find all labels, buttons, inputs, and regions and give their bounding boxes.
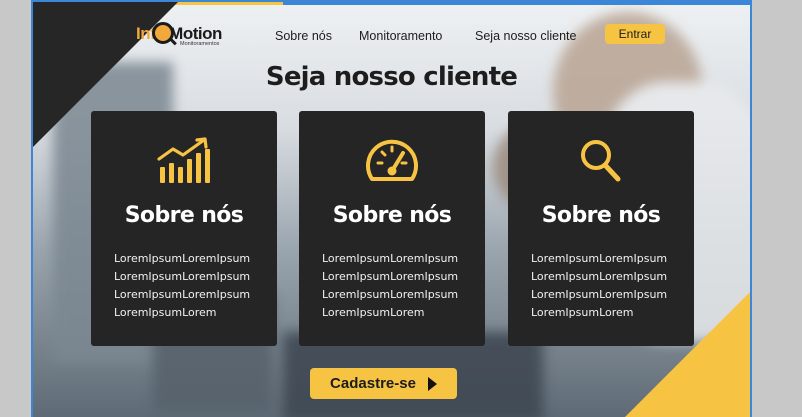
feature-card: Sobre nós LoremIpsumLoremIpsumLoremIpsum… (299, 111, 485, 346)
landing-frame: Info Motion Monitoramentos Sobre nós Moni… (31, 0, 752, 417)
nav-link-sobre-nos[interactable]: Sobre nós (275, 29, 332, 43)
search-icon (508, 137, 694, 187)
nav-link-seja-nosso-cliente[interactable]: Seja nosso cliente (475, 29, 576, 43)
speedometer-icon (299, 137, 485, 187)
signup-button[interactable]: Cadastre-se (310, 368, 457, 399)
brand-subtitle: Monitoramentos (180, 41, 220, 47)
card-title: Sobre nós (332, 203, 452, 228)
signup-label: Cadastre-se (330, 375, 416, 392)
magnifier-logo-icon (152, 22, 174, 44)
card-text: LoremIpsumLoremIpsumLoremIpsumLoremIpsum… (114, 252, 251, 319)
card-text: LoremIpsumLoremIpsumLoremIpsumLoremIpsum… (322, 252, 459, 319)
page-title: Seja nosso cliente (265, 62, 518, 92)
card-title: Sobre nós (541, 203, 661, 228)
play-arrow-icon (427, 376, 437, 391)
feature-card: Sobre nós LoremIpsumLoremIpsumLoremIpsum… (508, 111, 694, 346)
bar-chart-trend-icon (91, 137, 277, 187)
card-title: Sobre nós (124, 203, 244, 228)
feature-card: Sobre nós LoremIpsumLoremIpsumLoremIpsum… (91, 111, 277, 346)
nav-link-monitoramento[interactable]: Monitoramento (359, 29, 442, 43)
login-button[interactable]: Entrar (605, 24, 665, 44)
brand-logo[interactable]: Info Motion Monitoramentos (136, 22, 241, 52)
card-text: LoremIpsumLoremIpsumLoremIpsumLoremIpsum… (531, 252, 668, 319)
